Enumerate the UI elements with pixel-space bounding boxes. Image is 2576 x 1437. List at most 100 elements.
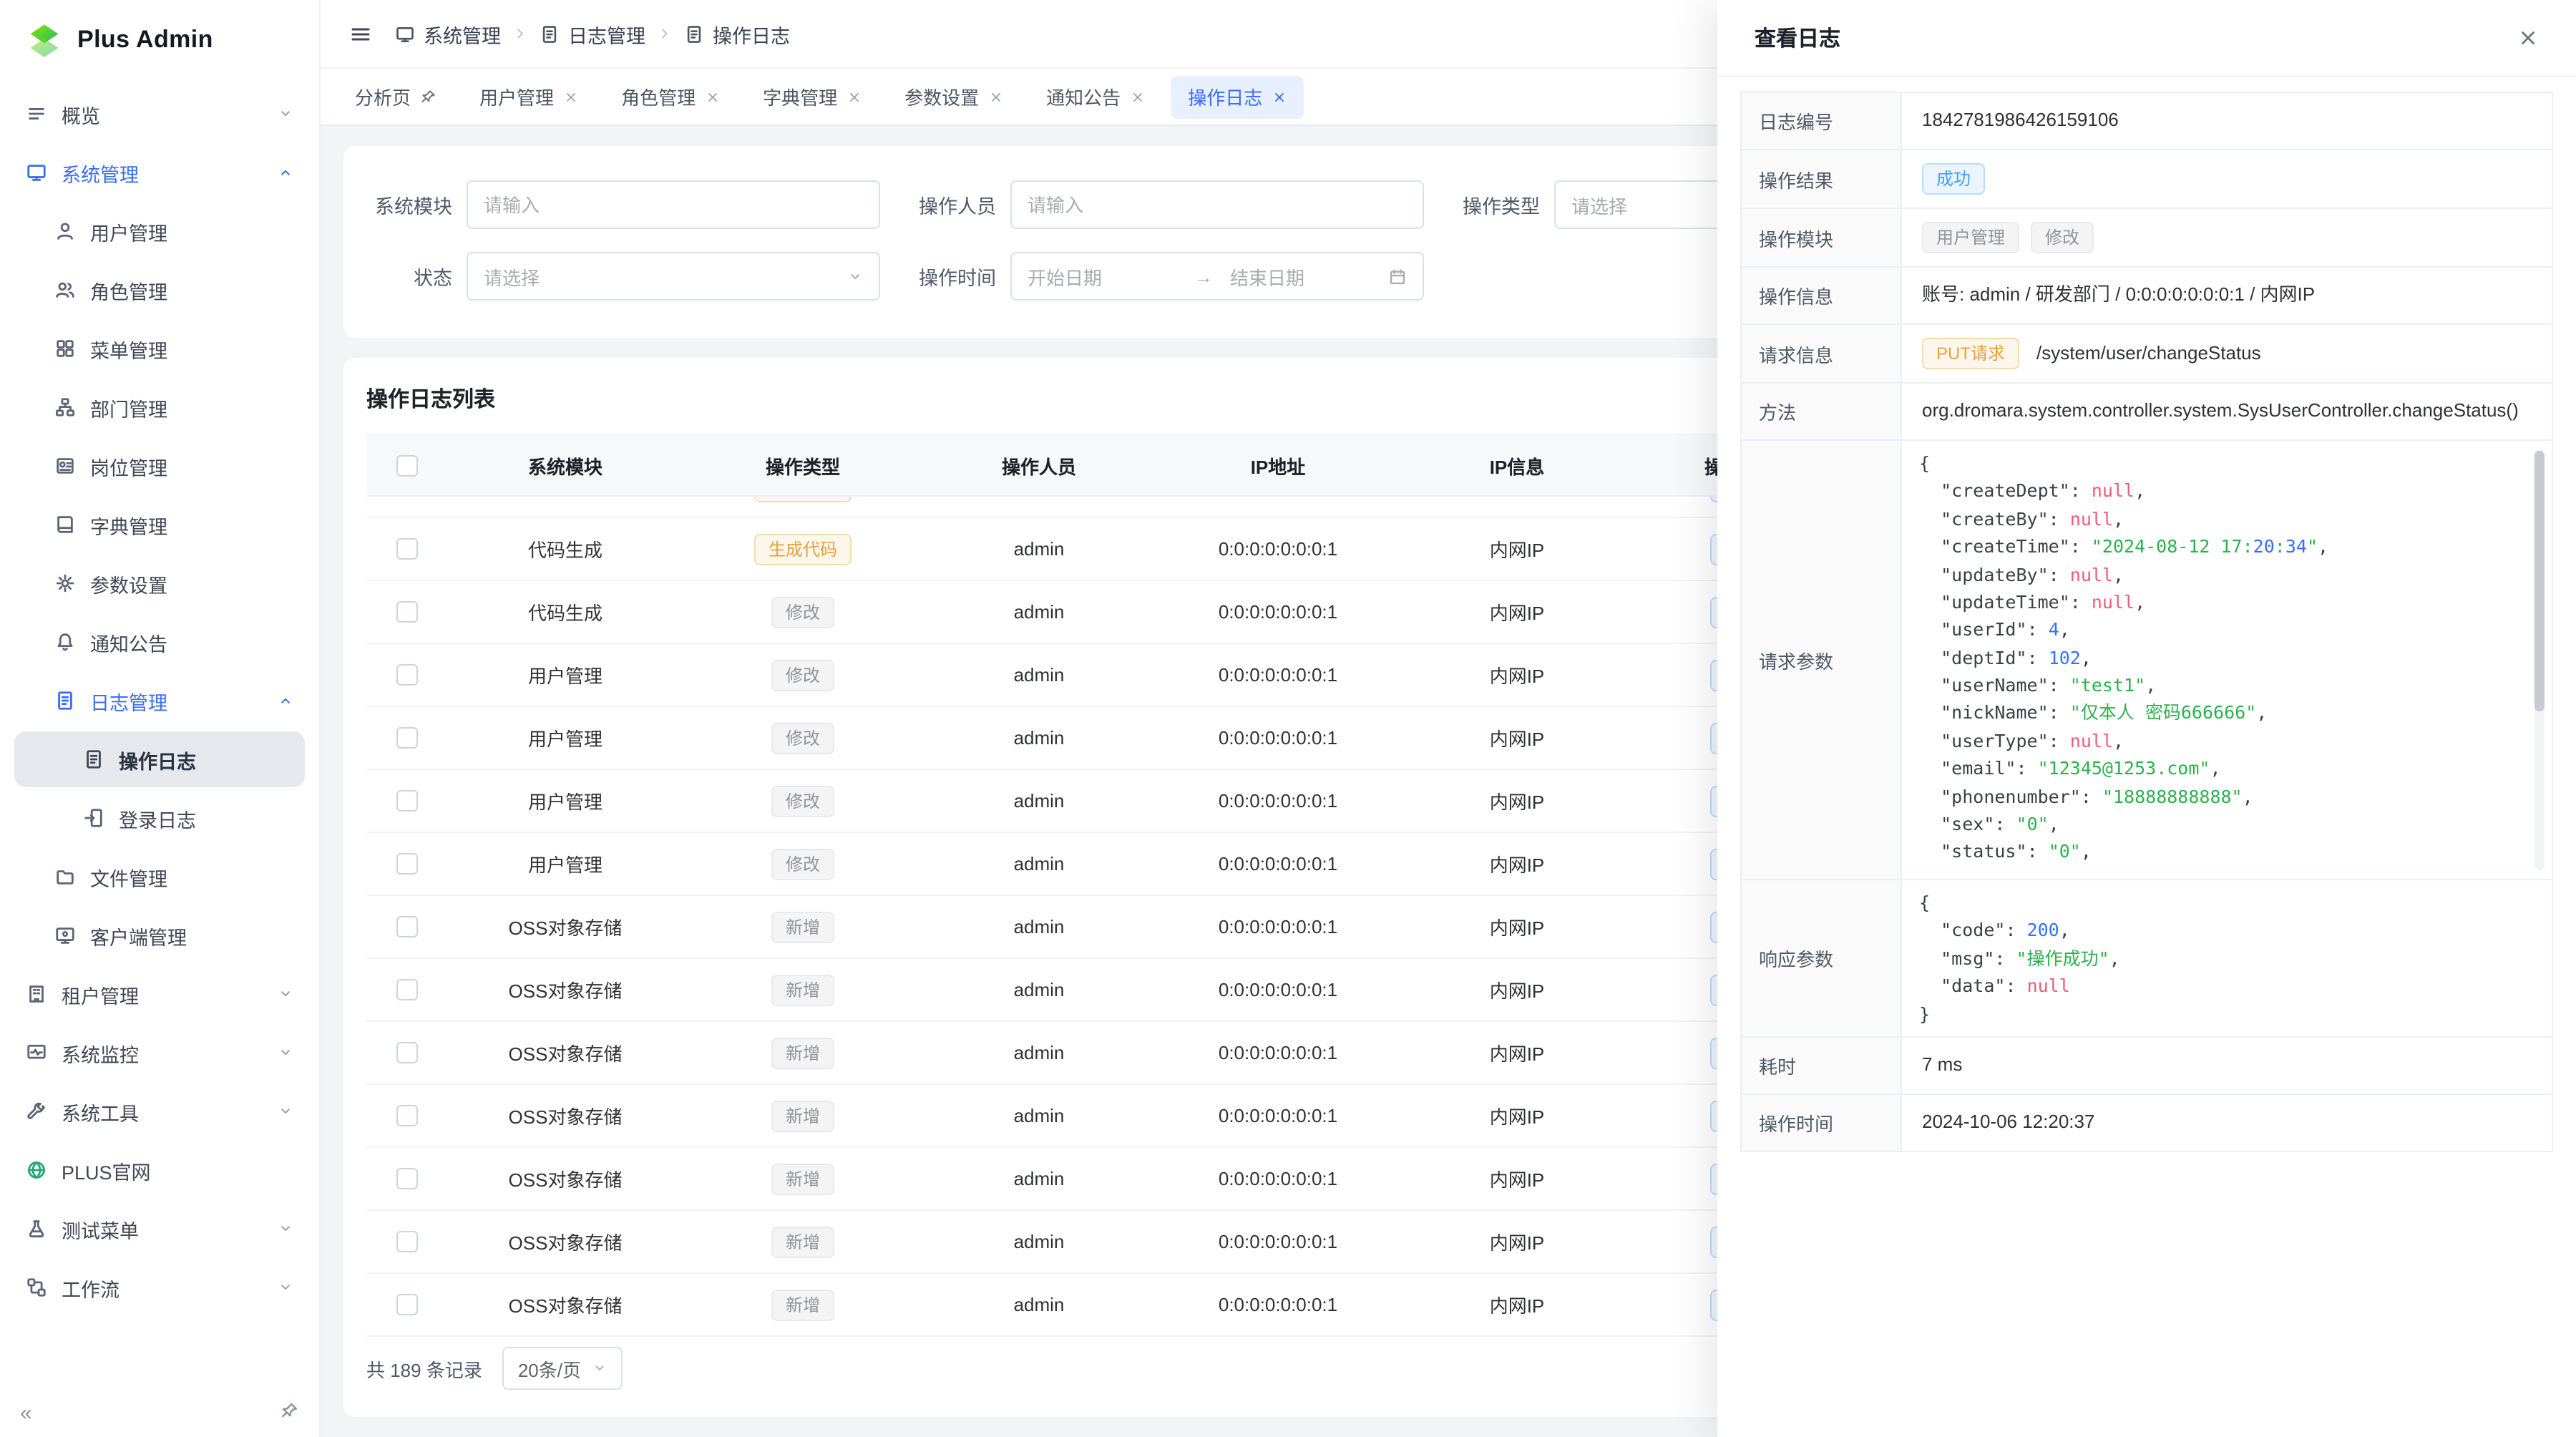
sidebar-item-user[interactable]: 用户管理 xyxy=(14,203,305,259)
sidebar-item-dept[interactable]: 部门管理 xyxy=(14,379,305,435)
breadcrumb-item[interactable]: 系统管理 xyxy=(395,19,501,48)
sidebar-item-loginlog[interactable]: 登录日志 xyxy=(14,790,305,846)
sidebar-item-workflow[interactable]: 工作流 xyxy=(14,1260,305,1315)
system-icon xyxy=(395,24,415,44)
chevron-down-icon xyxy=(278,106,293,122)
row-checkbox[interactable] xyxy=(396,1231,417,1252)
monitor-icon xyxy=(26,1042,47,1063)
table-row[interactable]: 用户管理修改admin0:0:0:0:0:0:0:1内网IP成功 xyxy=(366,707,1849,770)
sidebar-item-tenant[interactable]: 租户管理 xyxy=(14,966,305,1022)
table-row[interactable]: 代码生成生成代码admin0:0:0:0:0:0:0:1内网IP成功 xyxy=(366,497,1849,518)
sidebar-item-client[interactable]: 客户端管理 xyxy=(14,907,305,963)
close-icon xyxy=(1131,89,1145,104)
tab-notice[interactable]: 通知公告 xyxy=(1029,75,1162,118)
scrollbar[interactable] xyxy=(2534,449,2545,870)
breadcrumb-sep-icon xyxy=(512,26,528,42)
sidebar-item-role[interactable]: 角色管理 xyxy=(14,262,305,318)
filter-operator-input[interactable] xyxy=(1010,180,1424,229)
filter-time-range[interactable]: 开始日期→结束日期 xyxy=(1010,252,1424,301)
close-icon xyxy=(706,89,720,104)
chevron-down-icon xyxy=(278,1045,293,1061)
row-checkbox[interactable] xyxy=(396,1168,417,1189)
post-icon xyxy=(54,455,76,477)
row-checkbox[interactable] xyxy=(396,1042,417,1063)
row-checkbox[interactable] xyxy=(396,916,417,937)
detail-row-time: 操作时间2024-10-06 12:20:37 xyxy=(1741,1094,2552,1151)
filter-status-select[interactable]: 请选择 xyxy=(467,252,880,301)
row-checkbox[interactable] xyxy=(396,727,417,749)
detail-value: org.dromara.system.controller.system.Sys… xyxy=(1901,383,2552,440)
table-row[interactable]: OSS对象存储新增admin0:0:0:0:0:0:0:1内网IP成功 xyxy=(366,1022,1849,1085)
row-checkbox[interactable] xyxy=(396,790,417,812)
row-checkbox[interactable] xyxy=(396,601,417,623)
sidebar: Plus Admin 概览系统管理用户管理角色管理菜单管理部门管理岗位管理字典管… xyxy=(0,0,321,1437)
table-row[interactable]: OSS对象存储新增admin0:0:0:0:0:0:0:1内网IP成功 xyxy=(366,1211,1849,1274)
hamburger-icon[interactable] xyxy=(349,22,372,45)
row-checkbox[interactable] xyxy=(396,1294,417,1315)
detail-row-module: 操作模块用户管理修改 xyxy=(1741,208,2552,267)
row-checkbox[interactable] xyxy=(396,664,417,686)
detail-row-req-params: 请求参数{ "createDept": null, "createBy": nu… xyxy=(1741,440,2552,880)
action-type-tag: 生成代码 xyxy=(754,497,852,502)
tab-user[interactable]: 用户管理 xyxy=(462,75,595,118)
page-size-select[interactable]: 20条/页 xyxy=(502,1347,623,1390)
row-checkbox[interactable] xyxy=(396,538,417,560)
sidebar-item-operlog[interactable]: 操作日志 xyxy=(14,731,305,787)
detail-label: 日志编号 xyxy=(1741,92,1901,150)
tab-operlog[interactable]: 操作日志 xyxy=(1171,75,1304,118)
table-row[interactable]: OSS对象存储新增admin0:0:0:0:0:0:0:1内网IP成功 xyxy=(366,959,1849,1022)
log-icon xyxy=(540,24,560,44)
app-logo[interactable]: Plus Admin xyxy=(0,0,319,80)
tab-analysis[interactable]: 分析页 xyxy=(338,75,454,118)
select-all-checkbox[interactable] xyxy=(396,454,417,476)
filter-module-input[interactable] xyxy=(467,180,880,229)
sidebar-item-tools[interactable]: 系统工具 xyxy=(14,1083,305,1139)
sidebar-item-overview[interactable]: 概览 xyxy=(14,86,305,142)
sidebar-item-system[interactable]: 系统管理 xyxy=(14,145,305,200)
table-row[interactable]: OSS对象存储新增admin0:0:0:0:0:0:0:1内网IP成功 xyxy=(366,1148,1849,1211)
table-row[interactable]: 用户管理修改admin0:0:0:0:0:0:0:1内网IP成功 xyxy=(366,644,1849,707)
request_params-code-block[interactable]: { "createDept": null, "createBy": null, … xyxy=(1913,444,2546,876)
row-checkbox[interactable] xyxy=(396,853,417,875)
detail-value: 2024-10-06 12:20:37 xyxy=(1901,1094,2552,1151)
action-type-tag: 新增 xyxy=(771,1100,834,1131)
sidebar-item-log[interactable]: 日志管理 xyxy=(14,673,305,729)
tab-param[interactable]: 参数设置 xyxy=(887,75,1020,118)
sidebar-item-notice[interactable]: 通知公告 xyxy=(14,614,305,670)
sidebar-item-file[interactable]: 文件管理 xyxy=(14,849,305,905)
table-row[interactable]: 用户管理修改admin0:0:0:0:0:0:0:1内网IP成功 xyxy=(366,833,1849,896)
breadcrumb-item[interactable]: 日志管理 xyxy=(540,19,645,48)
tab-role[interactable]: 角色管理 xyxy=(604,75,737,118)
collapse-sidebar-icon[interactable]: « xyxy=(20,1401,32,1425)
close-icon[interactable] xyxy=(2517,27,2539,49)
sidebar-item-post[interactable]: 岗位管理 xyxy=(14,438,305,494)
cell-module: OSS对象存储 xyxy=(447,1291,684,1318)
chevron-down-icon xyxy=(278,1104,293,1119)
table-row[interactable]: 用户管理修改admin0:0:0:0:0:0:0:1内网IP成功 xyxy=(366,770,1849,833)
filter-field-status: 状态请选择 xyxy=(369,252,880,301)
tab-dict[interactable]: 字典管理 xyxy=(746,75,879,118)
sidebar-item-plus-site[interactable]: PLUS官网 xyxy=(14,1142,305,1198)
table-row[interactable]: OSS对象存储新增admin0:0:0:0:0:0:0:1内网IP成功 xyxy=(366,1274,1849,1337)
cell-ip: 0:0:0:0:0:0:0:1 xyxy=(1156,979,1400,1000)
breadcrumb-item[interactable]: 操作日志 xyxy=(684,19,790,48)
cell-ip-info: 内网IP xyxy=(1400,976,1634,1003)
row-checkbox[interactable] xyxy=(396,1105,417,1126)
sidebar-item-menu[interactable]: 菜单管理 xyxy=(14,321,305,376)
table-row[interactable]: 代码生成修改admin0:0:0:0:0:0:0:1内网IP成功 xyxy=(366,581,1849,644)
row-checkbox[interactable] xyxy=(396,979,417,1000)
app-root: Plus Admin 概览系统管理用户管理角色管理菜单管理部门管理岗位管理字典管… xyxy=(0,0,2576,1437)
pin-sidebar-icon[interactable] xyxy=(280,1401,299,1424)
sidebar-item-test[interactable]: 测试菜单 xyxy=(14,1201,305,1257)
sidebar-menu: 概览系统管理用户管理角色管理菜单管理部门管理岗位管理字典管理参数设置通知公告日志… xyxy=(0,80,319,1388)
detail-label: 操作模块 xyxy=(1741,208,1901,267)
sidebar-item-monitor[interactable]: 系统监控 xyxy=(14,1025,305,1081)
detail-label: 请求信息 xyxy=(1741,324,1901,383)
system-icon xyxy=(26,162,47,183)
sidebar-item-param[interactable]: 参数设置 xyxy=(14,555,305,611)
table-header: 系统模块操作类型操作人员IP地址IP信息操作状态 xyxy=(366,434,1849,497)
table-row[interactable]: 代码生成生成代码admin0:0:0:0:0:0:0:1内网IP成功 xyxy=(366,518,1849,581)
table-row[interactable]: OSS对象存储新增admin0:0:0:0:0:0:0:1内网IP成功 xyxy=(366,1085,1849,1148)
sidebar-item-dict[interactable]: 字典管理 xyxy=(14,497,305,552)
table-row[interactable]: OSS对象存储新增admin0:0:0:0:0:0:0:1内网IP成功 xyxy=(366,896,1849,959)
